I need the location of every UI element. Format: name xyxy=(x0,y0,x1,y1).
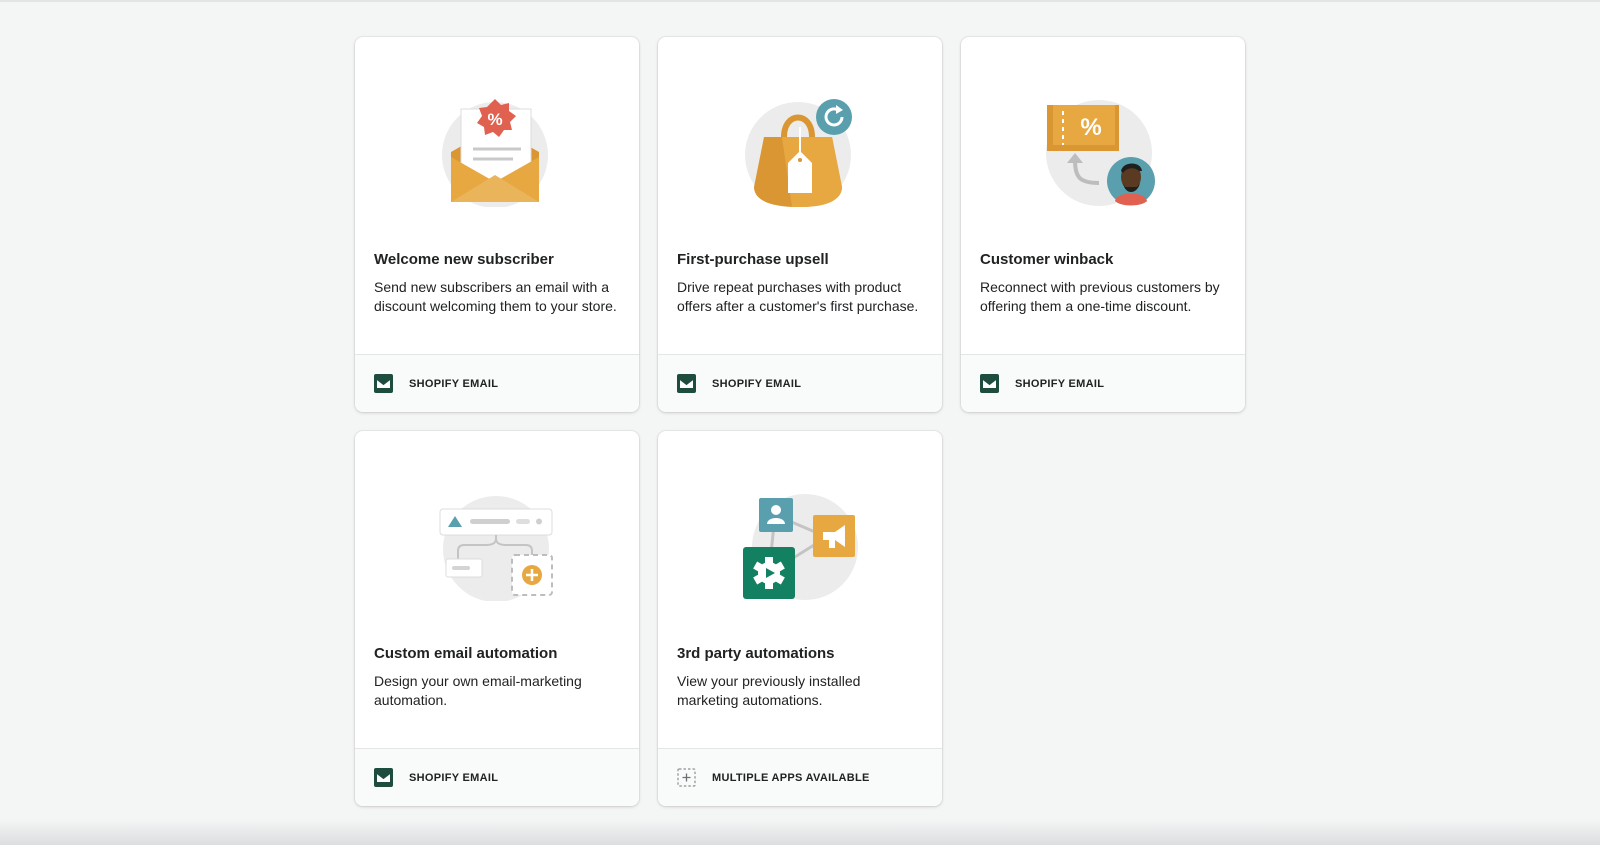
apps-icon xyxy=(677,768,696,787)
card-title: Welcome new subscriber xyxy=(374,251,554,268)
email-icon xyxy=(677,374,696,393)
card-custom-email-automation[interactable]: Custom email automation Design your own … xyxy=(355,431,639,806)
card-description: Design your own email-marketing automati… xyxy=(374,673,582,708)
card-title: Custom email automation xyxy=(374,645,558,662)
card-footer: SHOPIFY EMAIL xyxy=(355,748,639,806)
card-footer: MULTIPLE APPS AVAILABLE xyxy=(658,748,942,806)
email-icon xyxy=(374,374,393,393)
email-icon xyxy=(980,374,999,393)
card-customer-winback[interactable]: % Customer winback Reconnect with previo… xyxy=(961,37,1245,412)
card-body: 3rd party automations View your previous… xyxy=(658,431,942,748)
card-title: 3rd party automations xyxy=(677,645,835,662)
card-title: First-purchase upsell xyxy=(677,251,829,268)
footer-label: SHOPIFY EMAIL xyxy=(1015,377,1105,390)
card-body: % Welcome new subscriber Send new subscr… xyxy=(355,37,639,354)
card-footer: SHOPIFY EMAIL xyxy=(961,354,1245,412)
card-description: Drive repeat purchases with product offe… xyxy=(677,279,919,314)
automation-grid: % Welcome new subscriber Send new subscr… xyxy=(355,37,1246,806)
apps-network-icon xyxy=(677,431,923,603)
footer-label: SHOPIFY EMAIL xyxy=(409,771,499,784)
top-divider xyxy=(0,0,1600,2)
card-body: First-purchase upsell Drive repeat purch… xyxy=(658,37,942,354)
card-footer: SHOPIFY EMAIL xyxy=(355,354,639,412)
card-3rd-party-automations[interactable]: 3rd party automations View your previous… xyxy=(658,431,942,806)
workflow-icon xyxy=(374,431,620,603)
footer-label: SHOPIFY EMAIL xyxy=(409,377,499,390)
card-first-purchase-upsell[interactable]: First-purchase upsell Drive repeat purch… xyxy=(658,37,942,412)
card-description: View your previously installed marketing… xyxy=(677,673,861,708)
bottom-shade xyxy=(0,819,1600,845)
svg-text:%: % xyxy=(1080,114,1101,141)
footer-label: SHOPIFY EMAIL xyxy=(712,377,802,390)
card-description: Reconnect with previous customers by off… xyxy=(980,279,1220,314)
envelope-discount-icon: % xyxy=(374,37,620,209)
card-description: Send new subscribers an email with a dis… xyxy=(374,279,617,314)
card-title: Customer winback xyxy=(980,251,1114,268)
card-body: Custom email automation Design your own … xyxy=(355,431,639,748)
card-footer: SHOPIFY EMAIL xyxy=(658,354,942,412)
card-welcome-new-subscriber[interactable]: % Welcome new subscriber Send new subscr… xyxy=(355,37,639,412)
shopping-bag-icon xyxy=(677,37,923,209)
email-icon xyxy=(374,768,393,787)
svg-text:%: % xyxy=(487,110,502,129)
coupon-customer-icon: % xyxy=(980,37,1226,209)
card-body: % Customer winback Reconnect with previo… xyxy=(961,37,1245,354)
footer-label: MULTIPLE APPS AVAILABLE xyxy=(712,771,870,784)
